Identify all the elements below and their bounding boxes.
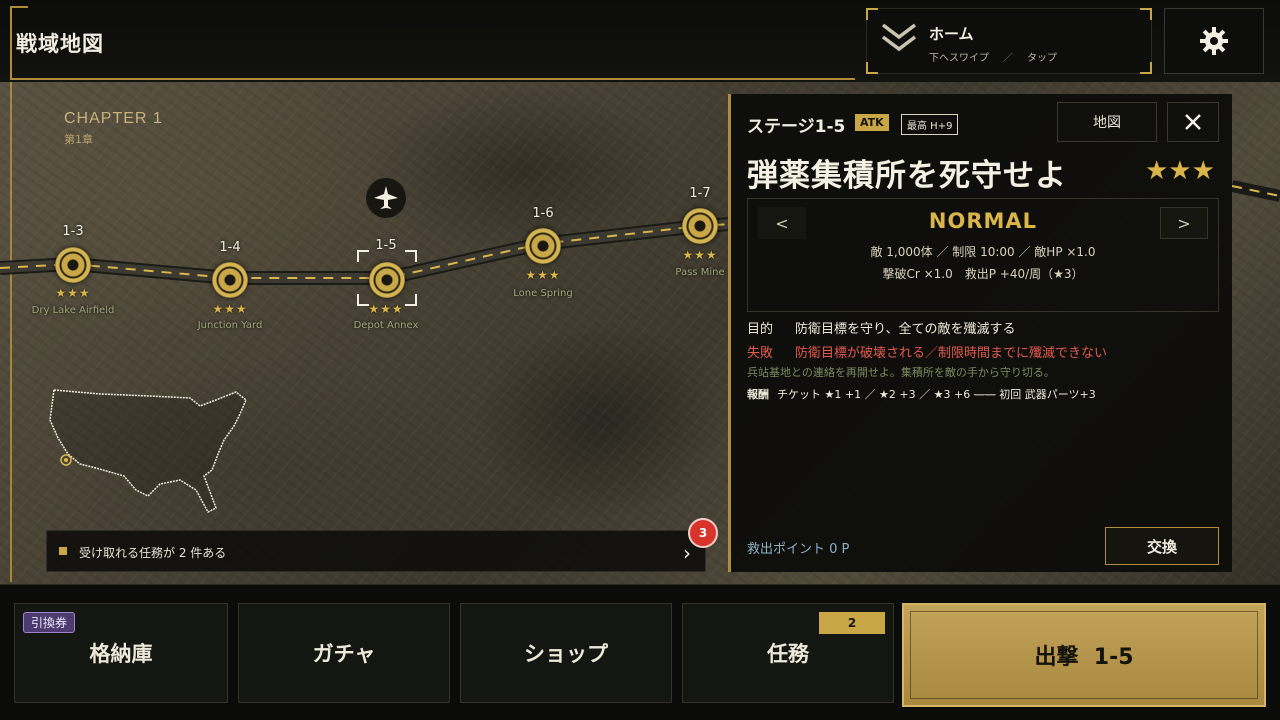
stage-node-1-6[interactable] <box>525 228 561 264</box>
page-title: 戦域地図 <box>16 32 104 56</box>
node-label-1-7: 1-7 <box>689 186 711 201</box>
best-record-tag: 最高 H+9 <box>901 114 959 135</box>
fail-text: 防衛目標が破壊される／制限時間までに殲滅できない <box>795 346 1108 361</box>
home-hint-sep: ／ <box>1003 53 1013 64</box>
node-name-1-6: Lone Spring <box>513 288 573 299</box>
difficulty-bonus: 撃破Cr ×1.0 救出P +40/周（★3） <box>882 267 1084 281</box>
reward-strike: —— <box>973 388 996 401</box>
node-name-1-3: Dry Lake Airfield <box>31 305 115 316</box>
close-icon <box>1185 114 1201 130</box>
home-hint-tap: タップ <box>1027 53 1057 64</box>
stage-node-1-7[interactable] <box>682 208 718 244</box>
objective-text: 防衛目標を守り、全ての敵を殲滅する <box>795 322 1016 337</box>
stage-node-1-3[interactable] <box>55 247 91 283</box>
stage-number: ステージ1-5 <box>747 117 846 137</box>
objective-label: 目的 <box>747 322 774 337</box>
stage-title: 弾薬集積所を死守せよ <box>747 158 1067 194</box>
chevron-right-icon[interactable]: › <box>683 541 691 565</box>
node-label-1-6: 1-6 <box>532 206 554 221</box>
rescue-points: 救出ポイント 0 P <box>747 542 850 557</box>
home-button[interactable]: ホーム 下へスワイプ ／ タップ <box>866 8 1152 74</box>
stage-node-1-5[interactable] <box>369 262 405 298</box>
reward-label: 報酬 <box>747 388 769 401</box>
exchange-button[interactable]: 交換 <box>1105 527 1219 565</box>
node-label-1-3: 1-3 <box>62 224 84 239</box>
settings-button[interactable] <box>1164 8 1264 74</box>
notice-count-badge: 3 <box>688 518 718 548</box>
missions-label: 任務 <box>767 642 809 666</box>
title-frame <box>10 6 855 80</box>
node-stars-1-7: ★★★ <box>682 248 718 262</box>
difficulty-box: < NORMAL > 敵 1,000体 ／ 制限 10:00 ／ 敵HP ×1.… <box>747 198 1219 312</box>
notice-text: 受け取れる任務が 2 件ある <box>79 546 227 560</box>
map-button[interactable]: 地図 <box>1057 102 1157 142</box>
node-stars-1-4: ★★★ <box>212 302 248 316</box>
gacha-label: ガチャ <box>312 642 376 666</box>
shop-button[interactable]: ショップ <box>460 603 672 703</box>
shop-label: ショップ <box>524 642 608 666</box>
node-name-1-5: Depot Annex <box>353 320 419 331</box>
stage-stars: ★★★ <box>1145 156 1215 186</box>
bottom-nav: 引換券 格納庫 ガチャ ショップ 2 任務 出撃 1-5 <box>0 584 1280 720</box>
home-hint-swipe: 下へスワイプ <box>929 53 989 64</box>
node-stars-1-5: ★★★ <box>368 302 404 316</box>
hangar-button[interactable]: 引換券 格納庫 <box>14 603 228 703</box>
us-minimap <box>49 389 247 513</box>
reward-row: 報酬 チケット ★1 +1 ／ ★2 +3 ／ ★3 +6 —— 初回 武器パーツ… <box>747 386 1096 402</box>
hangar-label: 格納庫 <box>89 642 153 666</box>
sortie-label: 出撃 1-5 <box>1034 645 1134 670</box>
airplane-icon[interactable] <box>366 178 406 218</box>
gear-icon <box>1200 27 1228 55</box>
double-chevron-down-icon <box>881 23 917 52</box>
stage-type-tag: ATK <box>855 114 889 131</box>
node-stars-1-3: ★★★ <box>55 286 91 300</box>
home-label: ホーム <box>929 25 974 43</box>
missions-count-badge: 2 <box>819 612 885 634</box>
reward-first: 初回 武器パーツ+3 <box>999 388 1096 401</box>
gacha-button[interactable]: ガチャ <box>238 603 450 703</box>
top-bar: 戦域地図 ホーム 下へスワイプ ／ タップ <box>0 0 1280 82</box>
objective-row: 目的 防衛目標を守り、全ての敵を殲滅する <box>747 318 1015 337</box>
difficulty-name: NORMAL <box>928 209 1038 233</box>
chapter-label: CHAPTER 1 <box>64 110 163 127</box>
close-button[interactable] <box>1167 102 1219 142</box>
lore-text: 兵站基地との連絡を再開せよ。集積所を敵の手から守り切る。 <box>747 366 1055 379</box>
reward-main: チケット ★1 +1 ／ ★2 +3 ／ ★3 +6 <box>777 388 971 401</box>
stage-node-1-4[interactable] <box>212 262 248 298</box>
notice-bullet <box>59 547 67 555</box>
node-name-1-4: Junction Yard <box>197 320 263 331</box>
chapter-sub-label: 第1章 <box>64 133 93 146</box>
mission-notice[interactable]: 受け取れる任務が 2 件ある › <box>46 530 706 572</box>
difficulty-next-button[interactable]: > <box>1160 207 1208 239</box>
sortie-button[interactable]: 出撃 1-5 <box>902 603 1266 707</box>
voucher-badge: 引換券 <box>23 612 76 633</box>
node-stars-1-6: ★★★ <box>525 268 561 282</box>
missions-button[interactable]: 2 任務 <box>682 603 894 703</box>
home-hint: 下へスワイプ ／ タップ <box>929 49 1057 64</box>
node-label-1-4: 1-4 <box>219 240 241 255</box>
difficulty-stats: 敵 1,000体 ／ 制限 10:00 ／ 敵HP ×1.0 <box>870 245 1096 259</box>
fail-row: 失敗 防衛目標が破壊される／制限時間までに殲滅できない <box>747 342 1107 361</box>
stage-detail-panel: ステージ1-5 ATK 最高 H+9 地図 弾薬集積所を死守せよ ★★★ < N… <box>728 94 1232 572</box>
fail-label: 失敗 <box>747 346 774 361</box>
